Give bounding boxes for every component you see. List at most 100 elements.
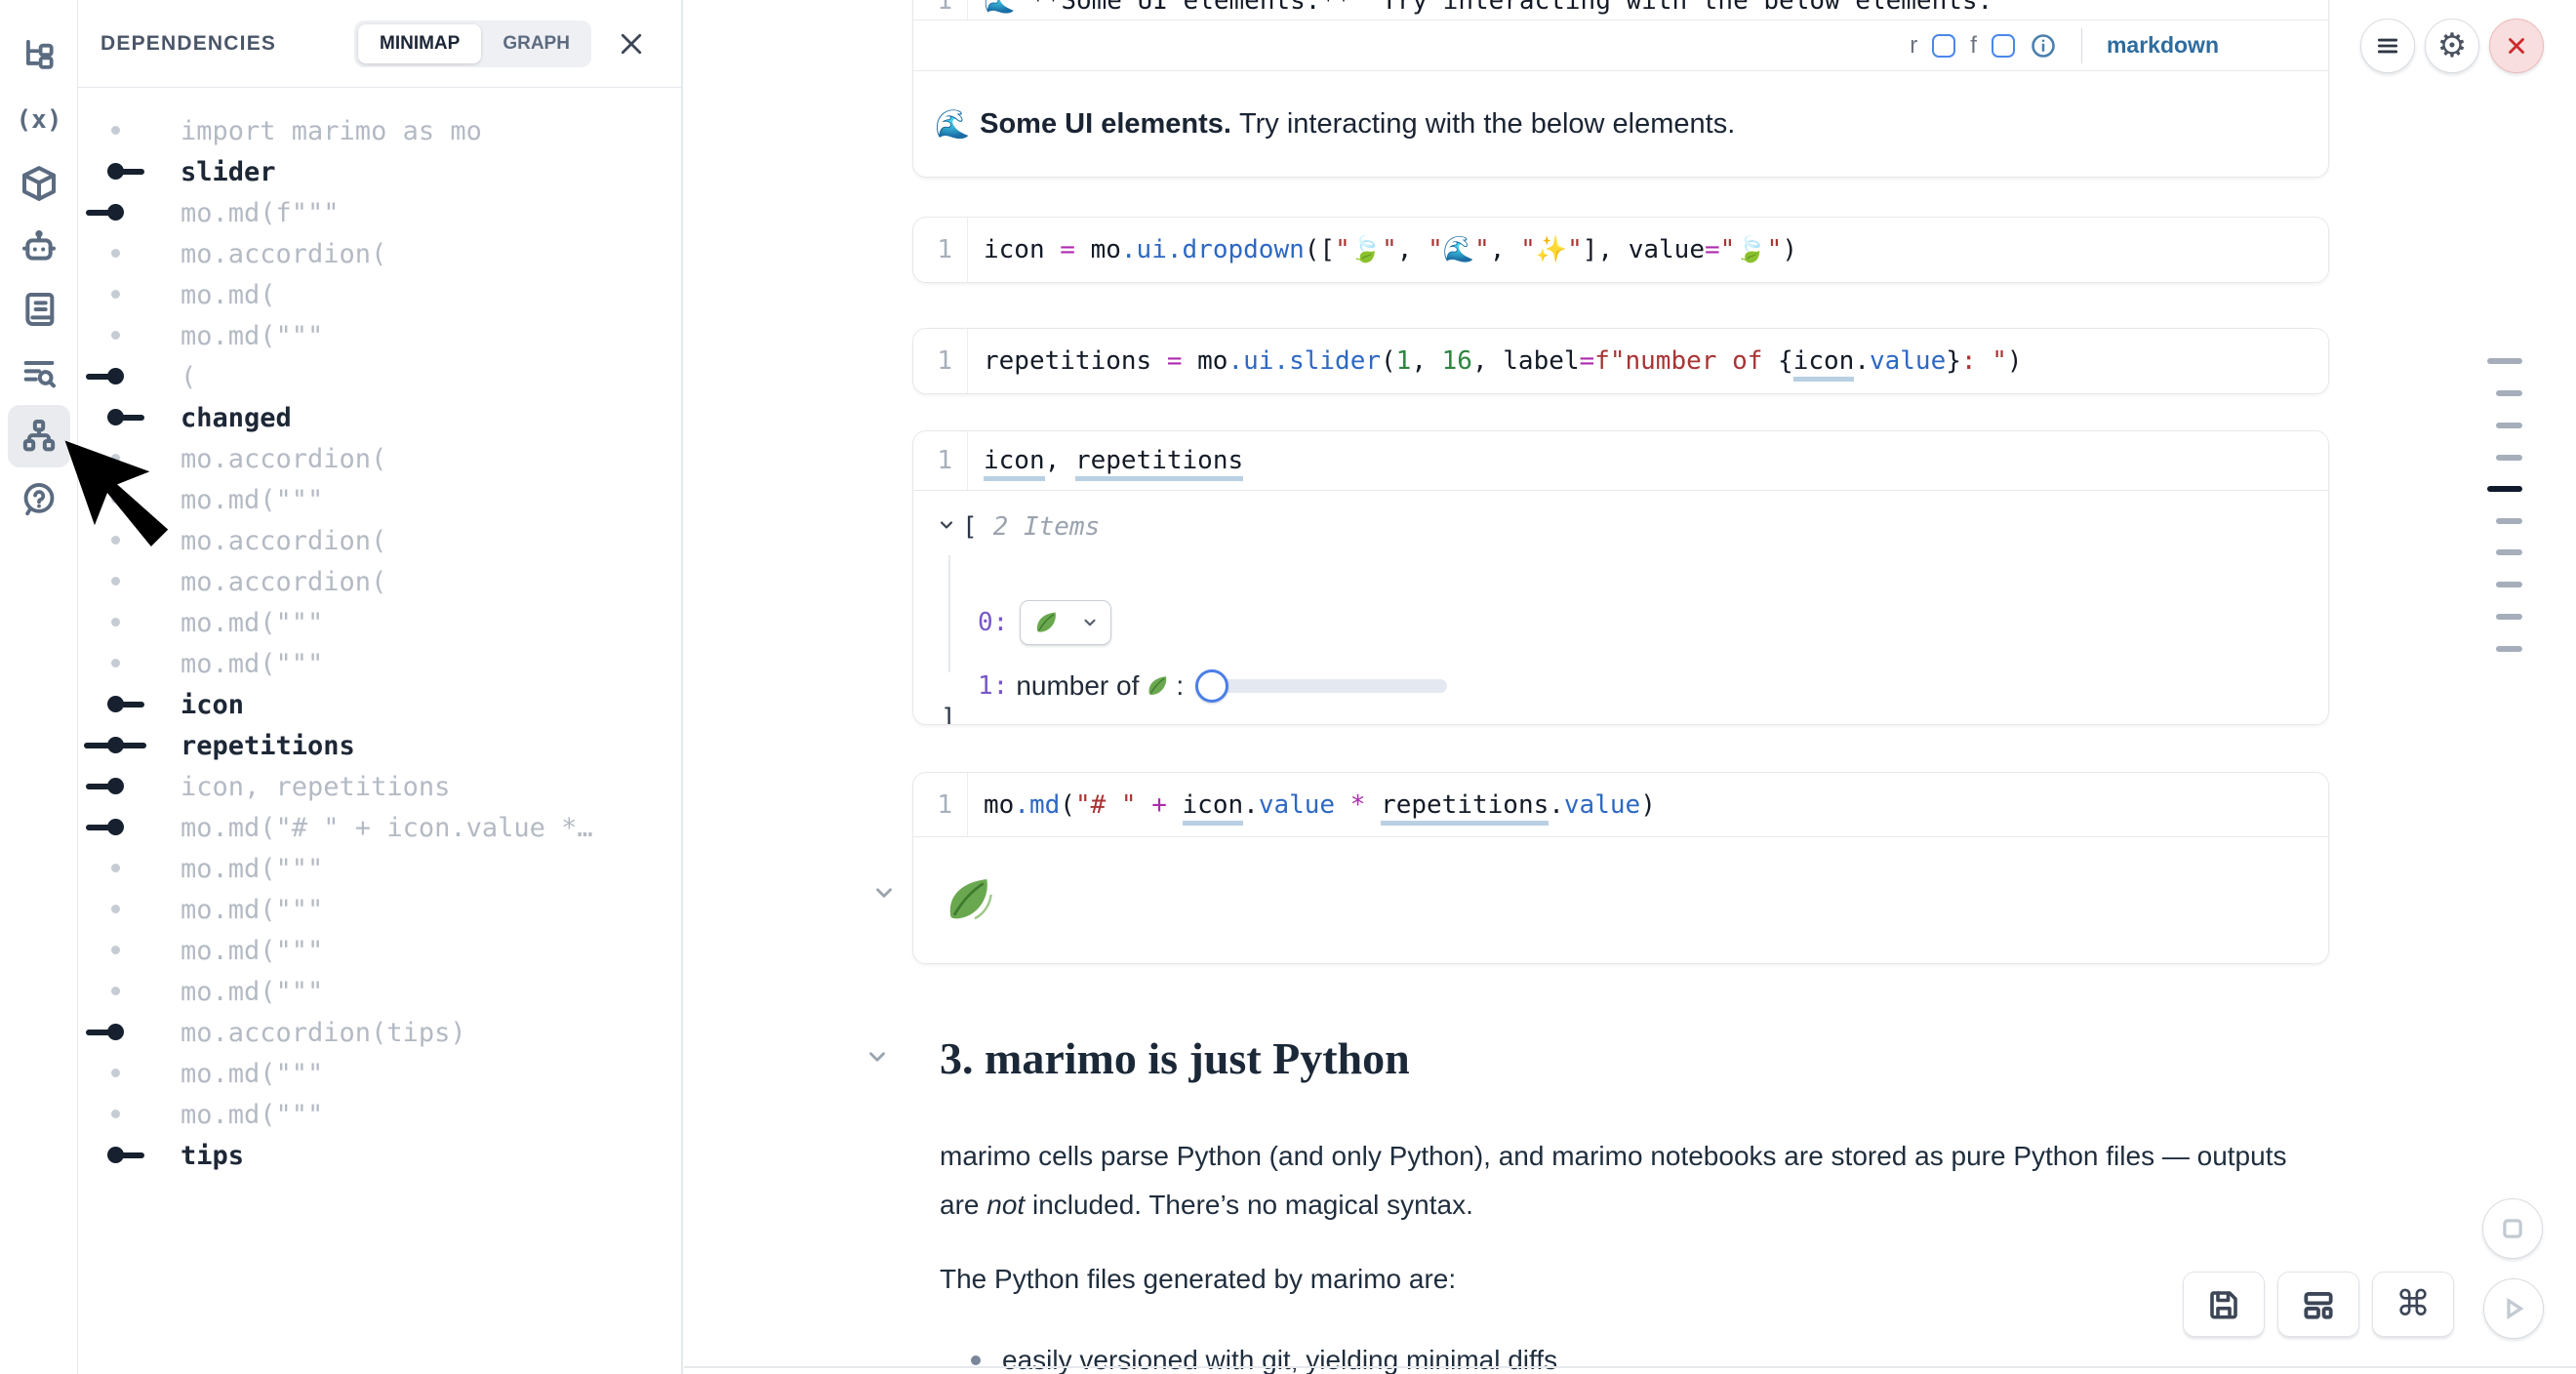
minimap-row[interactable]: slider	[78, 151, 683, 192]
ai-assistant-icon[interactable]	[8, 216, 70, 278]
minimap-row[interactable]: changed	[78, 397, 683, 438]
cell-marker-in-icon	[78, 356, 181, 397]
settings-button[interactable]: ⚙	[2425, 19, 2479, 73]
dropdown-widget[interactable]	[1020, 600, 1111, 645]
cell-md-editor[interactable]: 1 mo.md("# " + icon.value * repetitions.…	[913, 773, 2328, 837]
file-explorer-icon[interactable]	[8, 24, 70, 87]
code-line-banner[interactable]: 🌊 **Some UI elements.** Try interacting …	[968, 0, 1992, 20]
tracker-line[interactable]	[2496, 518, 2522, 524]
info-icon[interactable]	[2030, 32, 2057, 60]
minimap-row[interactable]: repetitions	[78, 725, 683, 766]
bottom-divider	[684, 1366, 2576, 1368]
language-label[interactable]: markdown	[2107, 32, 2219, 59]
collapse-cell-md-icon[interactable]	[871, 880, 897, 906]
minimap-row[interactable]: icon	[78, 684, 683, 725]
minimap-row[interactable]: mo.accordion(tips)	[78, 1012, 683, 1053]
panel-title: DEPENDENCIES	[101, 32, 276, 56]
cell-dropdown-editor[interactable]: 1 icon = mo.ui.dropdown(["🍃", "🌊", "✨"],…	[913, 218, 2328, 282]
markdown-cell-footer: r f markdown	[913, 20, 2328, 71]
tracker-line[interactable]	[2496, 423, 2522, 428]
chevron-down-icon	[1081, 614, 1099, 631]
minimap-row[interactable]: mo.md("""	[78, 889, 683, 930]
minimap-row[interactable]: mo.accordion(	[78, 233, 683, 274]
minimap-row[interactable]: mo.md(	[78, 274, 683, 315]
banner-rest-text: Try interacting with the below elements.	[1239, 108, 1735, 141]
minimap-row-label: icon, repetitions	[181, 772, 450, 802]
minimap-row[interactable]: mo.md("""	[78, 848, 683, 889]
leaf-emoji	[1032, 609, 1060, 636]
collapse-section-icon[interactable]	[865, 1044, 890, 1070]
minimap-row[interactable]: mo.md("""	[78, 315, 683, 356]
code-line-slider[interactable]: repetitions = mo.ui.slider(1, 16, label=…	[968, 346, 2023, 376]
minimap-row[interactable]: mo.accordion(	[78, 561, 683, 602]
minimap-row[interactable]: mo.md(f"""	[78, 192, 683, 233]
fstring-toggle[interactable]	[1992, 34, 2015, 58]
minimap-row[interactable]: tips	[78, 1135, 683, 1176]
cell-banner-editor[interactable]: 1 🌊 **Some UI elements.** Try interactin…	[913, 0, 2328, 20]
minimap-row[interactable]: mo.md("""	[78, 971, 683, 1012]
run-button[interactable]	[2483, 1278, 2544, 1339]
tab-graph[interactable]: GRAPH	[481, 24, 591, 63]
minimap-row-label: mo.md("""	[181, 977, 323, 1007]
cell-slider-editor[interactable]: 1 repetitions = mo.ui.slider(1, 16, labe…	[913, 329, 2328, 393]
code-line-dropdown[interactable]: icon = mo.ui.dropdown(["🍃", "🌊", "✨"], v…	[968, 235, 1797, 264]
minimap-row[interactable]: mo.md("""	[78, 1053, 683, 1094]
minimap-row-label: mo.accordion(tips)	[181, 1018, 466, 1048]
slider-track[interactable]	[1209, 679, 1447, 693]
help-icon[interactable]	[8, 468, 70, 531]
cell-marker-dot-icon	[78, 602, 181, 643]
minimap-row[interactable]: mo.md("# " + icon.value *…	[78, 807, 683, 848]
cell-tuple-editor[interactable]: 1 icon, repetitions	[913, 431, 2328, 491]
layout-button[interactable]	[2277, 1272, 2359, 1337]
reactive-toggle[interactable]	[1932, 34, 1955, 58]
tree-index-1: 1:	[978, 671, 1008, 701]
stop-button[interactable]	[2482, 1198, 2543, 1259]
shutdown-button[interactable]	[2489, 19, 2544, 73]
code-line-tuple[interactable]: icon, repetitions	[968, 446, 1243, 475]
list-item: easily versioned with git, yielding mini…	[971, 1345, 1557, 1374]
tracker-line[interactable]	[2496, 390, 2522, 396]
keyboard-shortcuts-button[interactable]: ⌘	[2372, 1272, 2454, 1337]
minimap-row[interactable]: (	[78, 356, 683, 397]
tree-collapse-icon[interactable]	[937, 512, 956, 542]
snippets-icon[interactable]	[8, 342, 70, 404]
slider-handle[interactable]	[1195, 669, 1228, 703]
reactive-flag-label: r	[1910, 32, 1917, 60]
tracker-line[interactable]	[2496, 614, 2522, 620]
minimap-row[interactable]: mo.md("""	[78, 930, 683, 971]
tracker-line-active[interactable]	[2487, 486, 2522, 492]
tracker-line[interactable]	[2496, 549, 2522, 555]
minimap-row-label: slider	[181, 157, 276, 187]
save-button[interactable]	[2183, 1272, 2265, 1337]
packages-icon[interactable]	[8, 152, 70, 215]
cell-slider: 1 repetitions = mo.ui.slider(1, 16, labe…	[912, 328, 2329, 394]
minimap-row[interactable]: icon, repetitions	[78, 766, 683, 807]
save-icon	[2206, 1287, 2241, 1322]
minimap-row[interactable]: import marimo as mo	[78, 110, 683, 151]
command-icon: ⌘	[2395, 1287, 2431, 1322]
tracker-line[interactable]	[2487, 358, 2522, 364]
minimap-row[interactable]: mo.md("""	[78, 602, 683, 643]
code-line-md[interactable]: mo.md("# " + icon.value * repetitions.va…	[968, 790, 1656, 820]
tab-minimap[interactable]: MINIMAP	[358, 24, 481, 63]
cell-marker-dot-icon	[78, 643, 181, 684]
cell-marker-in-icon	[78, 192, 181, 233]
cell-marker-out-icon	[78, 1135, 181, 1176]
minimap-row-label: changed	[181, 403, 292, 433]
variables-icon[interactable]: (x)	[8, 89, 70, 151]
tracker-line[interactable]	[2496, 455, 2522, 461]
tracker-line[interactable]	[2496, 582, 2522, 587]
notebook-menu-button[interactable]	[2360, 19, 2415, 73]
slider-widget	[1195, 668, 1451, 704]
minimap-row[interactable]: mo.md("""	[78, 643, 683, 684]
logs-icon[interactable]	[8, 278, 70, 341]
tracker-line[interactable]	[2496, 646, 2522, 652]
dependencies-icon[interactable]	[8, 405, 70, 467]
fstring-flag-label: f	[1970, 32, 1977, 60]
close-panel-button[interactable]	[617, 29, 646, 59]
activity-bar: (x)	[0, 0, 78, 1374]
minimap-row-label: import marimo as mo	[181, 116, 482, 146]
minimap-row-label: mo.md("# " + icon.value *…	[181, 813, 593, 843]
minimap-row[interactable]: mo.md("""	[78, 1094, 683, 1135]
section-paragraph-2: The Python files generated by marimo are…	[940, 1264, 2306, 1295]
